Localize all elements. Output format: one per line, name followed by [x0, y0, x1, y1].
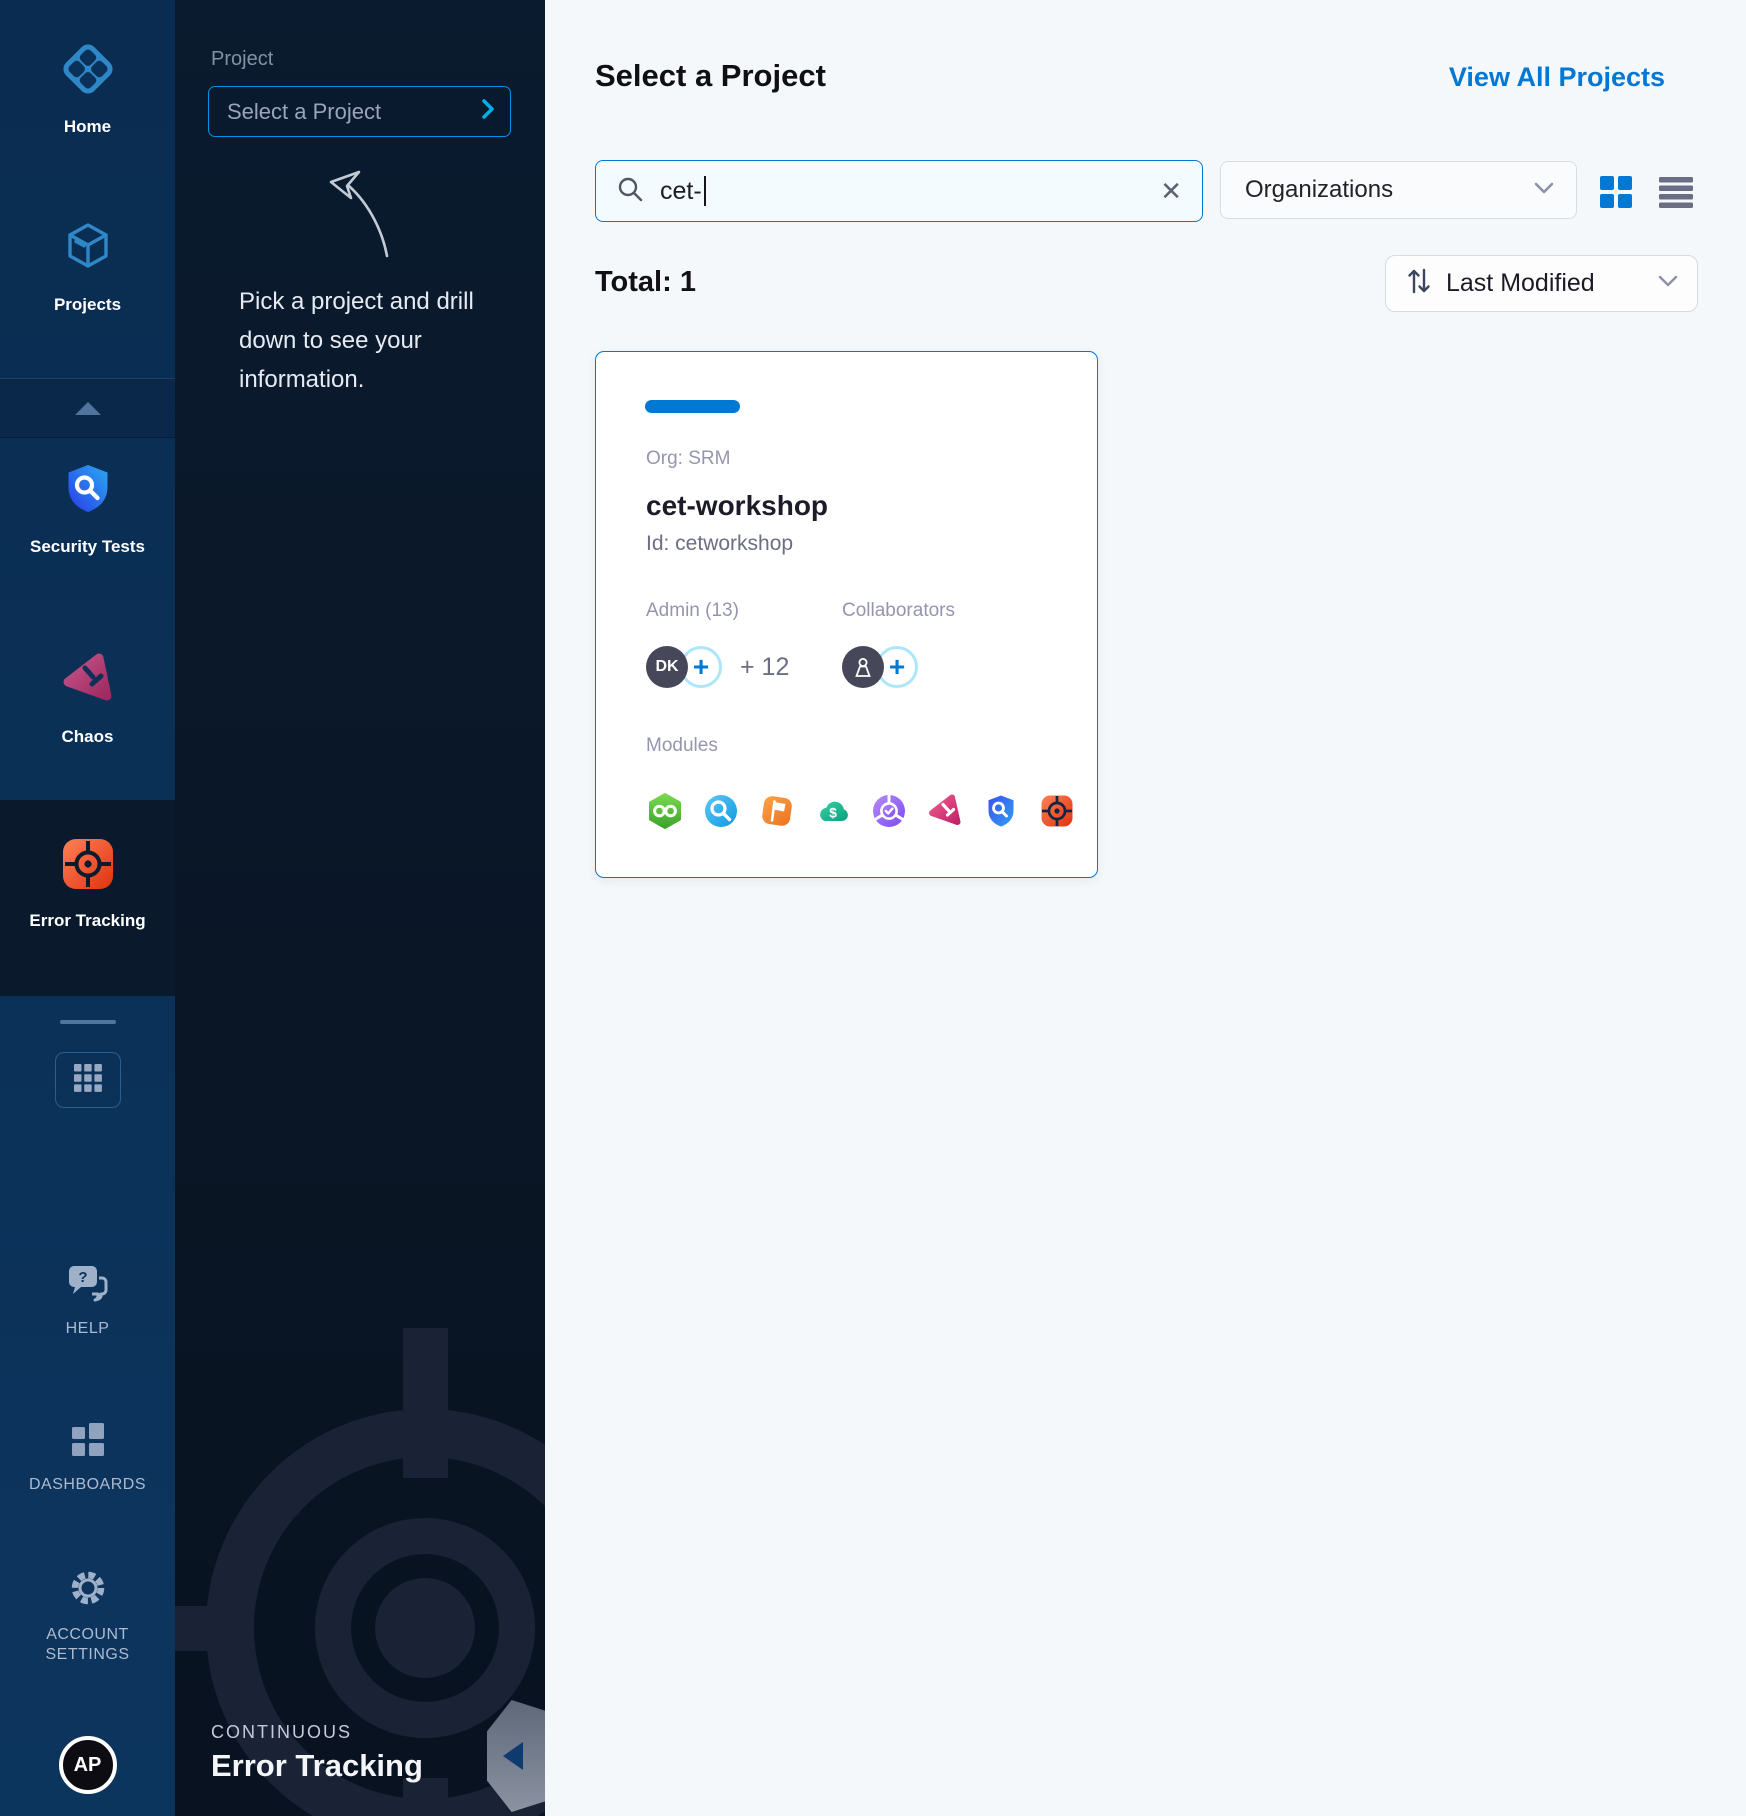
project-name: cet-workshop: [646, 490, 828, 522]
app-window: Home Projects: [0, 0, 1746, 1816]
project-select-placeholder: Select a Project: [227, 99, 480, 125]
sidebar-collapse-control[interactable]: [0, 378, 175, 438]
chaos-icon: [926, 792, 964, 835]
home-icon: [59, 40, 117, 103]
chaos-icon: [59, 650, 117, 713]
feature-flags-icon: [758, 792, 796, 835]
chevron-right-icon: [480, 98, 496, 125]
sidebar-item-label: Home: [64, 116, 111, 137]
search-input[interactable]: cet- ✕: [595, 160, 1203, 222]
view-all-projects-link[interactable]: View All Projects: [1449, 62, 1665, 93]
text-caret: [704, 176, 706, 206]
search-icon: [616, 175, 644, 208]
projects-icon: [59, 218, 117, 281]
sidebar-item-projects[interactable]: Projects: [0, 218, 175, 315]
sidebar-item-label: Error Tracking: [29, 910, 145, 931]
sidebar-item-help[interactable]: ? HELP: [0, 1262, 175, 1339]
project-field-label: Project: [211, 48, 273, 71]
collaborator-avatar: [842, 646, 884, 688]
sidebar-item-security-tests[interactable]: Security Tests: [0, 460, 175, 557]
collaborator-avatars: +: [842, 646, 918, 688]
admin-avatars: DK + + 12: [646, 646, 789, 688]
project-id: Id: cetworkshop: [646, 532, 793, 556]
sidebar-item-label: ACCOUNT SETTINGS: [30, 1625, 146, 1665]
organizations-filter-value: Organizations: [1245, 176, 1532, 204]
panel-collapse-handle[interactable]: [487, 1700, 545, 1812]
svg-text:?: ?: [78, 1269, 87, 1286]
cd-magnifier-icon: [702, 792, 740, 835]
sidebar-item-label: Security Tests: [30, 536, 145, 557]
chevron-down-icon: [1532, 180, 1556, 201]
sidebar-divider: [60, 1020, 116, 1024]
sidebar-item-chaos[interactable]: Chaos: [0, 650, 175, 747]
search-value: cet-: [660, 177, 702, 206]
sort-arrows-icon: [1406, 267, 1432, 300]
page-title: Select a Project: [595, 58, 826, 94]
main-content: Select a Project View All Projects cet- …: [545, 0, 1746, 1816]
sidebar-item-label: HELP: [66, 1319, 110, 1339]
hand-drawn-arrow-illustration: [325, 164, 415, 264]
clear-search-icon[interactable]: ✕: [1160, 178, 1182, 204]
gear-icon: [66, 1566, 110, 1615]
admin-avatar: DK: [646, 646, 688, 688]
total-count: Total: 1: [595, 266, 696, 299]
sidebar-item-dashboards[interactable]: DASHBOARDS: [0, 1422, 175, 1495]
project-hint-text: Pick a project and drill down to see you…: [239, 282, 481, 399]
collaborators-label: Collaborators: [842, 600, 955, 622]
admin-more-count: + 12: [740, 653, 789, 682]
sidebar-item-account-settings[interactable]: ACCOUNT SETTINGS: [0, 1566, 175, 1665]
sidebar: Home Projects: [0, 0, 175, 1816]
security-tests-icon: [59, 460, 117, 523]
list-view-icon[interactable]: [1657, 176, 1695, 213]
module-eyebrow: CONTINUOUS: [211, 1722, 352, 1743]
chevron-left-icon: [503, 1742, 523, 1770]
project-color-bar: [645, 400, 740, 413]
sidebar-item-label: Projects: [54, 294, 121, 315]
module-title: Error Tracking: [211, 1748, 423, 1784]
chevron-down-icon: [1657, 274, 1679, 293]
avatar-initials: AP: [74, 1754, 102, 1777]
reliability-icon: [870, 792, 908, 835]
project-select-dropdown[interactable]: Select a Project: [208, 86, 511, 137]
error-tracking-icon: [1038, 792, 1076, 835]
sort-dropdown[interactable]: Last Modified: [1385, 255, 1698, 312]
admin-label: Admin (13): [646, 600, 739, 622]
modules-label: Modules: [646, 735, 718, 757]
project-org: Org: SRM: [646, 448, 730, 470]
sidebar-item-home[interactable]: Home: [0, 40, 175, 137]
module-grid-icon: [72, 1062, 104, 1099]
user-avatar[interactable]: AP: [59, 1736, 117, 1794]
sort-value: Last Modified: [1446, 269, 1657, 298]
module-switcher-button[interactable]: [55, 1052, 121, 1108]
collapse-up-icon: [75, 402, 101, 415]
modules-icons-row: $: [646, 792, 1076, 835]
project-panel: Project Select a Project Pick a project …: [175, 0, 545, 1816]
cloud-cost-icon: $: [814, 792, 852, 835]
sidebar-item-label: Chaos: [62, 726, 114, 747]
ci-hexagon-icon: [646, 792, 684, 835]
grid-view-icon[interactable]: [1598, 174, 1634, 215]
error-tracking-icon: [60, 836, 116, 897]
help-icon: ?: [65, 1262, 111, 1309]
sidebar-item-label: DASHBOARDS: [29, 1475, 146, 1495]
dashboards-icon: [67, 1422, 109, 1465]
security-tests-icon: [982, 792, 1020, 835]
sidebar-item-error-tracking[interactable]: Error Tracking: [0, 836, 175, 931]
svg-text:$: $: [829, 805, 837, 821]
project-card[interactable]: Org: SRM cet-workshop Id: cetworkshop Ad…: [595, 351, 1098, 878]
organizations-filter-dropdown[interactable]: Organizations: [1220, 161, 1577, 219]
